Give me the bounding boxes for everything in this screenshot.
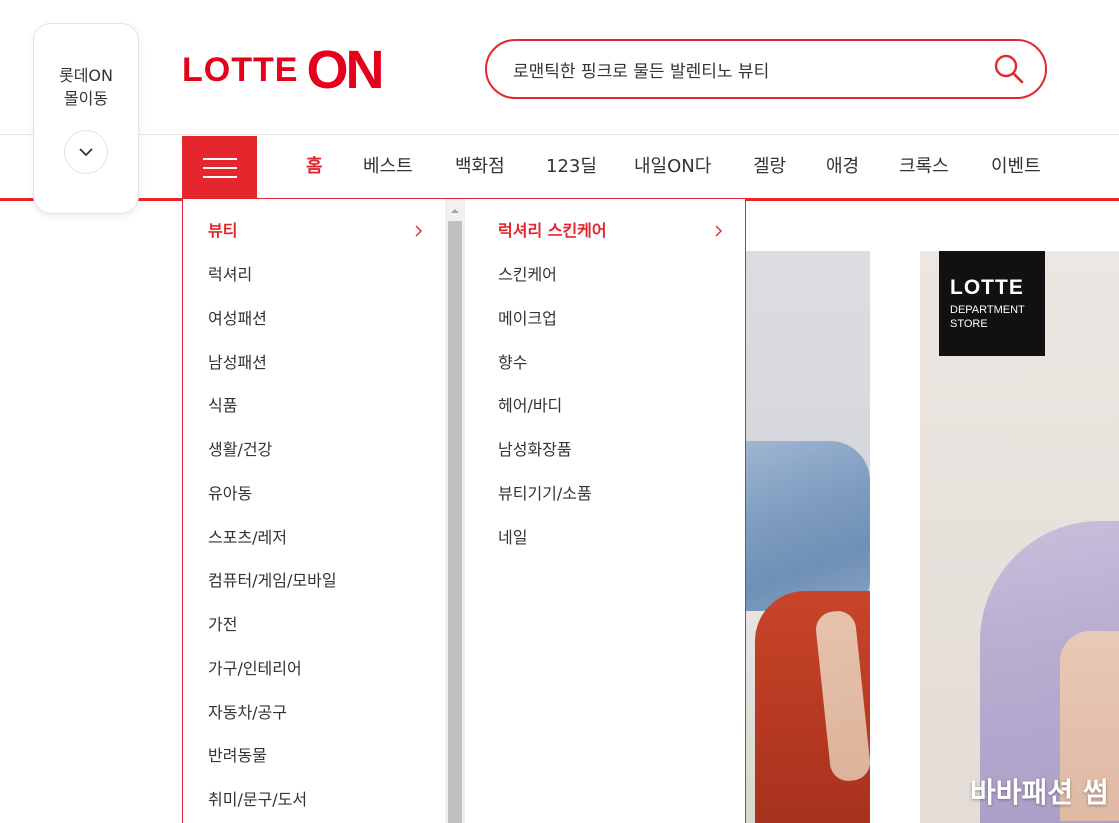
gnb-item-123deal[interactable]: 123딜 <box>546 136 597 198</box>
dept-logo-line2: DEPARTMENT STORE <box>950 303 1045 331</box>
search-bar <box>485 39 1047 99</box>
hamburger-icon-bar-middle <box>202 166 237 169</box>
promo-banner-denim[interactable] <box>745 251 870 823</box>
gnb-item-crocs[interactable]: 크록스 <box>899 136 949 198</box>
category-item-food[interactable]: 식품 <box>208 393 237 419</box>
category-scrollbar-thumb[interactable] <box>448 221 462 823</box>
dept-logo-line2-b: STORE <box>950 318 988 330</box>
mall-switch-label-line1: 롯데ON <box>58 66 113 85</box>
category-item-living-health[interactable]: 생활/건강 <box>208 437 272 463</box>
mall-switch-label-line2: 몰이동 <box>63 89 109 108</box>
lotte-department-store-logo: LOTTE DEPARTMENT STORE <box>939 251 1045 356</box>
category-item-womens-fashion[interactable]: 여성패션 <box>208 306 267 332</box>
subcategory-item-perfume[interactable]: 향수 <box>498 350 527 376</box>
logo-text-on: ON <box>306 40 384 100</box>
dept-logo-line1: LOTTE <box>950 276 1024 299</box>
logo-text-lotte: LOTTE <box>182 50 299 89</box>
search-icon <box>994 54 1024 84</box>
global-nav: 홈 베스트 백화점 123딜 내일ON다 겔랑 애경 크록스 이벤트 <box>0 136 1119 198</box>
banner-caption: 바바패션 썸 <box>970 776 1109 809</box>
mall-switch-toggle-button[interactable] <box>64 130 108 174</box>
subcategory-item-luxury-skincare[interactable]: 럭셔리 스킨케어 <box>498 218 607 244</box>
header-divider <box>0 134 1119 135</box>
gnb-item-home[interactable]: 홈 <box>306 136 323 198</box>
hamburger-icon-bar-top <box>202 157 237 160</box>
primary-category-list: 뷰티 럭셔리 여성패션 남성패션 식품 생활/건강 유아동 스포츠/레저 컴퓨터… <box>183 199 445 823</box>
category-menu-button[interactable] <box>182 136 257 199</box>
gnb-item-department-store[interactable]: 백화점 <box>455 136 505 198</box>
category-item-luxury[interactable]: 럭셔리 <box>208 262 252 288</box>
banner-image-denim-sleeve <box>745 441 870 611</box>
category-item-sports-leisure[interactable]: 스포츠/레저 <box>208 525 287 551</box>
search-input[interactable] <box>513 59 973 79</box>
category-dropdown: 뷰티 럭셔리 여성패션 남성패션 식품 생활/건강 유아동 스포츠/레저 컴퓨터… <box>182 199 746 823</box>
lotte-on-logo[interactable]: LOTTE ON <box>182 40 384 100</box>
secondary-category-list: 럭셔리 스킨케어 스킨케어 메이크업 향수 헤어/바디 남성화장품 뷰티기기/소… <box>465 199 745 823</box>
promo-banner-department-store[interactable]: LOTTE DEPARTMENT STORE 바바패션 썸 <box>920 251 1119 823</box>
subcategory-item-mens-cosmetics[interactable]: 남성화장품 <box>498 437 572 463</box>
category-item-pets[interactable]: 반려동물 <box>208 743 267 769</box>
category-item-car-tools[interactable]: 자동차/공구 <box>208 700 287 726</box>
subcategory-item-skincare[interactable]: 스킨케어 <box>498 262 557 288</box>
gnb-item-aekyung[interactable]: 애경 <box>826 136 859 198</box>
subcategory-item-nail[interactable]: 네일 <box>498 525 527 551</box>
category-item-hobby-stationery-books[interactable]: 취미/문구/도서 <box>208 787 307 813</box>
gnb-item-event[interactable]: 이벤트 <box>991 136 1041 198</box>
chevron-right-icon <box>415 225 422 237</box>
hamburger-icon-bar-bottom <box>202 175 237 178</box>
chevron-down-icon <box>79 148 93 157</box>
category-item-furniture-interior[interactable]: 가구/인테리어 <box>208 656 302 682</box>
gnb-item-best[interactable]: 베스트 <box>363 136 413 198</box>
scroll-up-arrow-icon[interactable] <box>445 203 465 219</box>
mall-switch-widget: 롯데ON 몰이동 <box>33 23 139 214</box>
mall-switch-label: 롯데ON 몰이동 <box>59 64 113 110</box>
gnb-item-guerlain[interactable]: 겔랑 <box>753 136 786 198</box>
category-item-mens-fashion[interactable]: 남성패션 <box>208 350 267 376</box>
category-item-beauty[interactable]: 뷰티 <box>208 218 237 244</box>
category-item-computer-game-mobile[interactable]: 컴퓨터/게임/모바일 <box>208 568 337 594</box>
category-item-appliances[interactable]: 가전 <box>208 612 237 638</box>
chevron-right-icon <box>715 225 722 237</box>
category-item-kids[interactable]: 유아동 <box>208 481 252 507</box>
dept-logo-line2-a: DEPARTMENT <box>950 304 1025 316</box>
subcategory-item-hair-body[interactable]: 헤어/바디 <box>498 393 562 419</box>
subcategory-item-makeup[interactable]: 메이크업 <box>498 306 557 332</box>
gnb-item-tomorrow-on[interactable]: 내일ON다 <box>634 136 711 198</box>
search-button[interactable] <box>993 53 1025 85</box>
subcategory-item-beauty-devices[interactable]: 뷰티기기/소품 <box>498 481 592 507</box>
